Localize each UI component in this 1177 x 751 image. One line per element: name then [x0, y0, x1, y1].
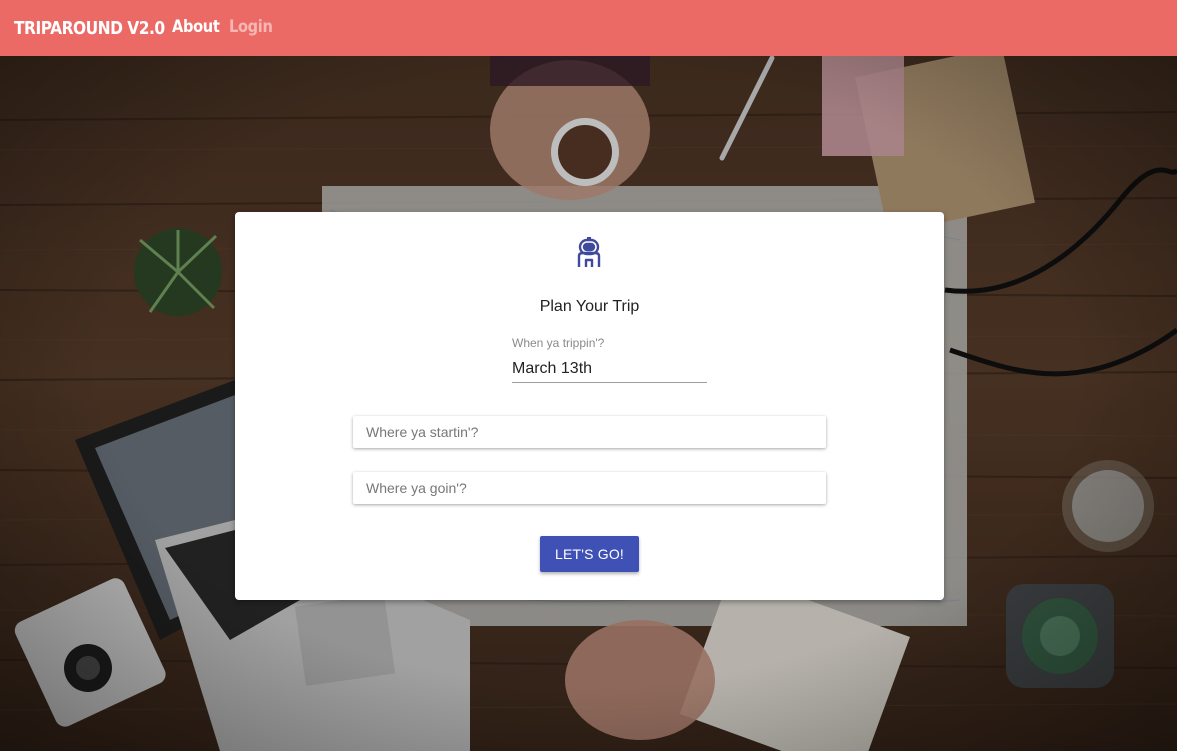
trip-form-card: Plan Your Trip When ya trippin'? LET'S G… — [235, 212, 944, 600]
nav-link-login[interactable]: Login — [229, 17, 273, 37]
astronaut-icon — [577, 237, 601, 267]
form-title: Plan Your Trip — [539, 298, 640, 315]
navbar: TRIPAROUND V2.0 About Login — [0, 0, 1177, 56]
brand-logo-link[interactable]: TRIPAROUND V2.0 — [14, 18, 165, 39]
lets-go-button[interactable]: LET'S GO! — [540, 536, 639, 572]
date-field[interactable] — [512, 356, 707, 383]
page: TRIPAROUND V2.0 About Login Plan Your Tr… — [0, 0, 1177, 751]
date-field-label: When ya trippin'? — [512, 336, 605, 350]
starting-location-input[interactable] — [353, 416, 826, 448]
nav-link-about[interactable]: About — [172, 17, 220, 37]
destination-input[interactable] — [353, 472, 826, 504]
